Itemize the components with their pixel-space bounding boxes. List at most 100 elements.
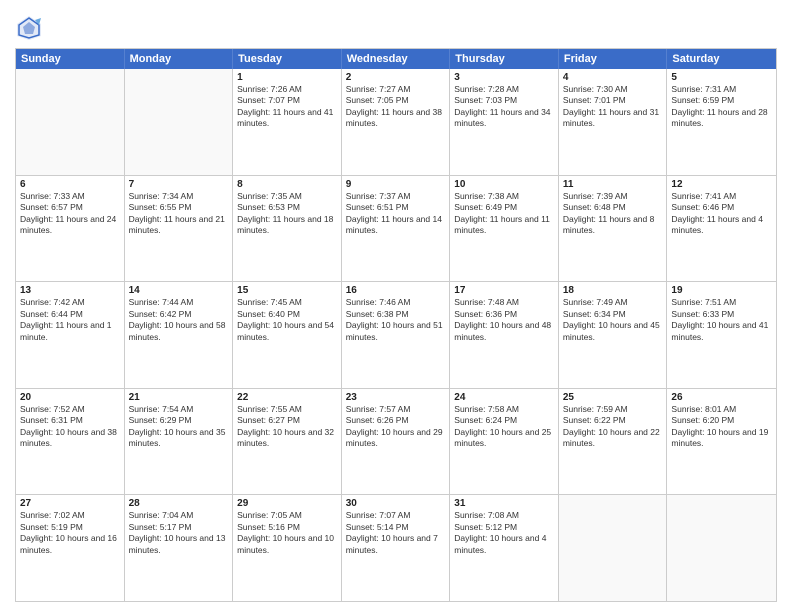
day-number: 25 <box>563 392 663 403</box>
weekday-header: Wednesday <box>342 49 451 69</box>
calendar-header: SundayMondayTuesdayWednesdayThursdayFrid… <box>16 49 776 69</box>
calendar-row: 6Sunrise: 7:33 AM Sunset: 6:57 PM Daylig… <box>16 175 776 282</box>
page-header <box>15 10 777 42</box>
day-number: 29 <box>237 498 337 509</box>
day-number: 31 <box>454 498 554 509</box>
day-cell: 15Sunrise: 7:45 AM Sunset: 6:40 PM Dayli… <box>233 282 342 388</box>
day-cell: 12Sunrise: 7:41 AM Sunset: 6:46 PM Dayli… <box>667 176 776 282</box>
day-number: 19 <box>671 285 772 296</box>
day-cell: 6Sunrise: 7:33 AM Sunset: 6:57 PM Daylig… <box>16 176 125 282</box>
day-number: 24 <box>454 392 554 403</box>
day-cell: 13Sunrise: 7:42 AM Sunset: 6:44 PM Dayli… <box>16 282 125 388</box>
day-cell: 11Sunrise: 7:39 AM Sunset: 6:48 PM Dayli… <box>559 176 668 282</box>
day-cell: 14Sunrise: 7:44 AM Sunset: 6:42 PM Dayli… <box>125 282 234 388</box>
calendar-row: 1Sunrise: 7:26 AM Sunset: 7:07 PM Daylig… <box>16 69 776 175</box>
day-cell: 17Sunrise: 7:48 AM Sunset: 6:36 PM Dayli… <box>450 282 559 388</box>
day-info: Sunrise: 7:08 AM Sunset: 5:12 PM Dayligh… <box>454 510 554 556</box>
day-number: 23 <box>346 392 446 403</box>
day-info: Sunrise: 7:58 AM Sunset: 6:24 PM Dayligh… <box>454 404 554 450</box>
weekday-header: Friday <box>559 49 668 69</box>
day-info: Sunrise: 7:44 AM Sunset: 6:42 PM Dayligh… <box>129 297 229 343</box>
day-number: 27 <box>20 498 120 509</box>
day-cell: 10Sunrise: 7:38 AM Sunset: 6:49 PM Dayli… <box>450 176 559 282</box>
day-cell: 18Sunrise: 7:49 AM Sunset: 6:34 PM Dayli… <box>559 282 668 388</box>
day-cell: 22Sunrise: 7:55 AM Sunset: 6:27 PM Dayli… <box>233 389 342 495</box>
calendar-row: 27Sunrise: 7:02 AM Sunset: 5:19 PM Dayli… <box>16 494 776 601</box>
day-number: 16 <box>346 285 446 296</box>
empty-cell <box>16 69 125 175</box>
day-info: Sunrise: 7:28 AM Sunset: 7:03 PM Dayligh… <box>454 84 554 130</box>
day-info: Sunrise: 7:51 AM Sunset: 6:33 PM Dayligh… <box>671 297 772 343</box>
day-cell: 3Sunrise: 7:28 AM Sunset: 7:03 PM Daylig… <box>450 69 559 175</box>
day-info: Sunrise: 7:52 AM Sunset: 6:31 PM Dayligh… <box>20 404 120 450</box>
day-cell: 19Sunrise: 7:51 AM Sunset: 6:33 PM Dayli… <box>667 282 776 388</box>
day-cell: 23Sunrise: 7:57 AM Sunset: 6:26 PM Dayli… <box>342 389 451 495</box>
day-number: 17 <box>454 285 554 296</box>
day-info: Sunrise: 7:57 AM Sunset: 6:26 PM Dayligh… <box>346 404 446 450</box>
day-cell: 9Sunrise: 7:37 AM Sunset: 6:51 PM Daylig… <box>342 176 451 282</box>
day-info: Sunrise: 7:26 AM Sunset: 7:07 PM Dayligh… <box>237 84 337 130</box>
day-cell: 31Sunrise: 7:08 AM Sunset: 5:12 PM Dayli… <box>450 495 559 601</box>
day-info: Sunrise: 7:07 AM Sunset: 5:14 PM Dayligh… <box>346 510 446 556</box>
day-info: Sunrise: 8:01 AM Sunset: 6:20 PM Dayligh… <box>671 404 772 450</box>
day-number: 11 <box>563 179 663 190</box>
calendar-page: SundayMondayTuesdayWednesdayThursdayFrid… <box>0 0 792 612</box>
day-cell: 30Sunrise: 7:07 AM Sunset: 5:14 PM Dayli… <box>342 495 451 601</box>
day-info: Sunrise: 7:04 AM Sunset: 5:17 PM Dayligh… <box>129 510 229 556</box>
day-cell: 29Sunrise: 7:05 AM Sunset: 5:16 PM Dayli… <box>233 495 342 601</box>
day-info: Sunrise: 7:41 AM Sunset: 6:46 PM Dayligh… <box>671 191 772 237</box>
day-cell: 16Sunrise: 7:46 AM Sunset: 6:38 PM Dayli… <box>342 282 451 388</box>
day-cell: 28Sunrise: 7:04 AM Sunset: 5:17 PM Dayli… <box>125 495 234 601</box>
calendar-row: 13Sunrise: 7:42 AM Sunset: 6:44 PM Dayli… <box>16 281 776 388</box>
day-number: 6 <box>20 179 120 190</box>
day-number: 18 <box>563 285 663 296</box>
day-info: Sunrise: 7:27 AM Sunset: 7:05 PM Dayligh… <box>346 84 446 130</box>
day-number: 28 <box>129 498 229 509</box>
weekday-header: Sunday <box>16 49 125 69</box>
day-cell: 5Sunrise: 7:31 AM Sunset: 6:59 PM Daylig… <box>667 69 776 175</box>
day-info: Sunrise: 7:02 AM Sunset: 5:19 PM Dayligh… <box>20 510 120 556</box>
weekday-header: Thursday <box>450 49 559 69</box>
empty-cell <box>125 69 234 175</box>
day-number: 20 <box>20 392 120 403</box>
day-info: Sunrise: 7:33 AM Sunset: 6:57 PM Dayligh… <box>20 191 120 237</box>
day-info: Sunrise: 7:05 AM Sunset: 5:16 PM Dayligh… <box>237 510 337 556</box>
day-cell: 26Sunrise: 8:01 AM Sunset: 6:20 PM Dayli… <box>667 389 776 495</box>
day-info: Sunrise: 7:37 AM Sunset: 6:51 PM Dayligh… <box>346 191 446 237</box>
day-number: 10 <box>454 179 554 190</box>
day-number: 21 <box>129 392 229 403</box>
calendar-row: 20Sunrise: 7:52 AM Sunset: 6:31 PM Dayli… <box>16 388 776 495</box>
day-cell: 1Sunrise: 7:26 AM Sunset: 7:07 PM Daylig… <box>233 69 342 175</box>
day-cell: 21Sunrise: 7:54 AM Sunset: 6:29 PM Dayli… <box>125 389 234 495</box>
day-number: 26 <box>671 392 772 403</box>
calendar: SundayMondayTuesdayWednesdayThursdayFrid… <box>15 48 777 602</box>
day-info: Sunrise: 7:30 AM Sunset: 7:01 PM Dayligh… <box>563 84 663 130</box>
logo-icon <box>15 14 43 42</box>
day-number: 14 <box>129 285 229 296</box>
day-info: Sunrise: 7:55 AM Sunset: 6:27 PM Dayligh… <box>237 404 337 450</box>
day-number: 8 <box>237 179 337 190</box>
day-info: Sunrise: 7:59 AM Sunset: 6:22 PM Dayligh… <box>563 404 663 450</box>
day-info: Sunrise: 7:48 AM Sunset: 6:36 PM Dayligh… <box>454 297 554 343</box>
day-info: Sunrise: 7:38 AM Sunset: 6:49 PM Dayligh… <box>454 191 554 237</box>
day-number: 1 <box>237 72 337 83</box>
day-cell: 20Sunrise: 7:52 AM Sunset: 6:31 PM Dayli… <box>16 389 125 495</box>
day-info: Sunrise: 7:42 AM Sunset: 6:44 PM Dayligh… <box>20 297 120 343</box>
day-cell: 7Sunrise: 7:34 AM Sunset: 6:55 PM Daylig… <box>125 176 234 282</box>
weekday-header: Saturday <box>667 49 776 69</box>
day-info: Sunrise: 7:54 AM Sunset: 6:29 PM Dayligh… <box>129 404 229 450</box>
day-number: 15 <box>237 285 337 296</box>
empty-cell <box>559 495 668 601</box>
day-cell: 4Sunrise: 7:30 AM Sunset: 7:01 PM Daylig… <box>559 69 668 175</box>
day-info: Sunrise: 7:49 AM Sunset: 6:34 PM Dayligh… <box>563 297 663 343</box>
day-info: Sunrise: 7:35 AM Sunset: 6:53 PM Dayligh… <box>237 191 337 237</box>
day-number: 7 <box>129 179 229 190</box>
weekday-header: Tuesday <box>233 49 342 69</box>
day-info: Sunrise: 7:34 AM Sunset: 6:55 PM Dayligh… <box>129 191 229 237</box>
day-number: 13 <box>20 285 120 296</box>
day-number: 2 <box>346 72 446 83</box>
day-info: Sunrise: 7:45 AM Sunset: 6:40 PM Dayligh… <box>237 297 337 343</box>
day-cell: 24Sunrise: 7:58 AM Sunset: 6:24 PM Dayli… <box>450 389 559 495</box>
day-number: 4 <box>563 72 663 83</box>
day-cell: 8Sunrise: 7:35 AM Sunset: 6:53 PM Daylig… <box>233 176 342 282</box>
